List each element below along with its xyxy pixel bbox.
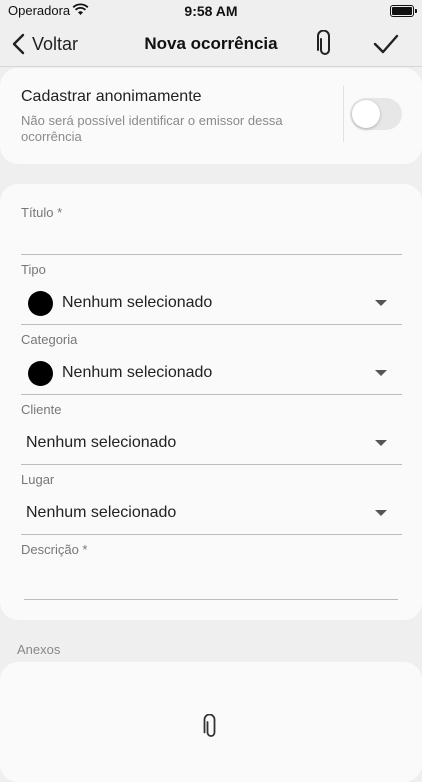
cliente-label: Cliente bbox=[21, 402, 62, 417]
tipo-value: Nenhum selecionado bbox=[62, 294, 213, 311]
cliente-underline bbox=[21, 464, 402, 465]
titulo-underline bbox=[21, 254, 402, 255]
battery-icon bbox=[390, 5, 417, 17]
lugar-select[interactable]: Nenhum selecionado bbox=[21, 493, 402, 533]
descricao-underline bbox=[24, 599, 398, 600]
tipo-underline bbox=[21, 324, 402, 325]
lugar-underline bbox=[21, 534, 402, 535]
color-dot-icon bbox=[28, 290, 53, 316]
color-dot-icon bbox=[28, 360, 53, 386]
caret-down-icon bbox=[375, 300, 387, 306]
caret-down-icon bbox=[375, 370, 387, 376]
cliente-value: Nenhum selecionado bbox=[26, 434, 177, 451]
paperclip-icon[interactable] bbox=[201, 714, 221, 740]
checkmark-icon[interactable] bbox=[372, 32, 400, 56]
categoria-label: Categoria bbox=[21, 332, 78, 347]
toggle-knob bbox=[352, 100, 380, 128]
lugar-value: Nenhum selecionado bbox=[26, 504, 177, 521]
titulo-field[interactable] bbox=[21, 224, 402, 254]
tipo-label: Tipo bbox=[21, 262, 46, 277]
lugar-label: Lugar bbox=[21, 472, 55, 487]
caret-down-icon bbox=[375, 510, 387, 516]
caret-down-icon bbox=[375, 440, 387, 446]
categoria-select[interactable]: Nenhum selecionado bbox=[21, 353, 402, 393]
anexos-label: Anexos bbox=[17, 642, 61, 657]
cliente-select[interactable]: Nenhum selecionado bbox=[21, 423, 402, 463]
navigation-bar: Voltar Nova ocorrência bbox=[0, 22, 422, 67]
divider bbox=[343, 86, 344, 142]
back-button[interactable]: Voltar bbox=[10, 30, 78, 58]
descricao-field[interactable] bbox=[24, 562, 398, 598]
clock: 9:58 AM bbox=[184, 3, 238, 19]
titulo-label: Título * bbox=[21, 205, 63, 220]
anonymous-toggle[interactable] bbox=[350, 98, 402, 130]
anonymous-title: Cadastrar anonimamente bbox=[21, 88, 202, 105]
tipo-select[interactable]: Nenhum selecionado bbox=[21, 283, 402, 323]
status-bar: Operadora 9:58 AM bbox=[0, 0, 422, 22]
categoria-underline bbox=[21, 394, 402, 395]
categoria-value: Nenhum selecionado bbox=[62, 364, 213, 381]
paperclip-icon[interactable] bbox=[313, 30, 337, 58]
descricao-label: Descrição * bbox=[21, 542, 88, 557]
chevron-left-icon bbox=[12, 33, 25, 55]
back-label: Voltar bbox=[32, 33, 79, 54]
anonymous-description: Não será possível identificar o emissor … bbox=[21, 113, 283, 144]
